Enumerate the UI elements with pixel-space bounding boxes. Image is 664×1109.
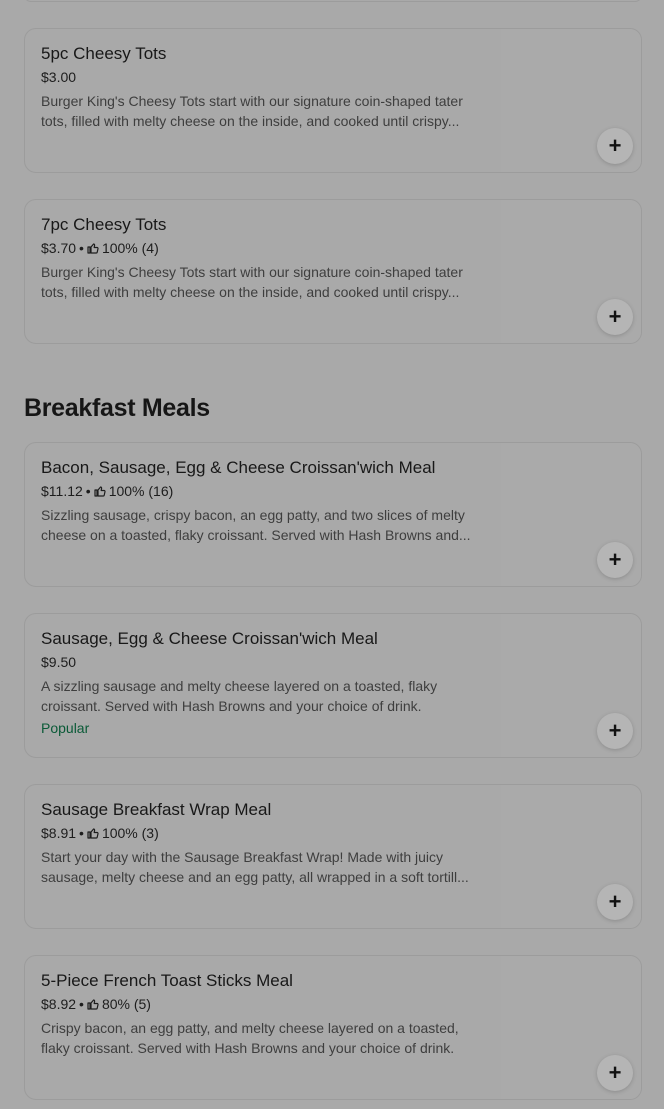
plus-icon: + xyxy=(608,1060,622,1085)
item-price: $8.91 xyxy=(41,825,77,841)
add-item-button[interactable]: + xyxy=(597,884,633,920)
item-name: 5-Piece French Toast Sticks Meal xyxy=(41,971,293,990)
previous-item-card[interactable] xyxy=(24,0,642,2)
item-meta: $8.92 • 80% (5) xyxy=(41,995,481,1013)
item-name: 5pc Cheesy Tots xyxy=(41,44,167,63)
item-price: $11.12 xyxy=(41,483,83,499)
thumbs-up-icon xyxy=(87,999,99,1010)
item-name: Sausage Breakfast Wrap Meal xyxy=(41,800,272,819)
item-meta: $8.91 • 100% (3) xyxy=(41,824,481,842)
thumbs-up-icon xyxy=(87,828,99,839)
popular-badge: Popular xyxy=(41,720,90,736)
add-item-button[interactable]: + xyxy=(597,713,633,749)
item-rating: 80% (5) xyxy=(101,996,151,1012)
plus-icon: + xyxy=(608,547,622,572)
menu-page: 5pc Cheesy Tots $3.00 Burger King's Chee… xyxy=(0,0,664,1109)
item-rating: 100% (16) xyxy=(108,483,174,499)
item-name: Sausage, Egg & Cheese Croissan'wich Meal xyxy=(41,629,378,648)
menu-item-card[interactable]: 5-Piece French Toast Sticks Meal $8.92 • 8… xyxy=(24,955,642,1100)
separator-dot: • xyxy=(79,825,84,841)
plus-icon: + xyxy=(608,718,622,743)
menu-item-card[interactable]: Bacon, Sausage, Egg & Cheese Croissan'wi… xyxy=(24,442,642,587)
item-description: Burger King's Cheesy Tots start with our… xyxy=(41,264,463,300)
item-meta: $9.50 xyxy=(41,653,481,671)
item-rating: 100% (3) xyxy=(101,825,159,841)
item-details: 5pc Cheesy Tots $3.00 Burger King's Chee… xyxy=(41,43,481,131)
item-details: 5-Piece French Toast Sticks Meal $8.92 • 8… xyxy=(41,970,481,1058)
menu-item-card[interactable]: 7pc Cheesy Tots $3.70 • 100% (4) Burger Ki… xyxy=(24,199,642,344)
separator-dot: • xyxy=(85,483,91,499)
add-item-button[interactable]: + xyxy=(597,128,633,164)
item-price: $3.00 xyxy=(41,69,77,85)
item-price: $8.92 xyxy=(41,996,77,1012)
item-description: A sizzling sausage and melty cheese laye… xyxy=(41,678,438,714)
item-details: Bacon, Sausage, Egg & Cheese Croissan'wi… xyxy=(41,457,481,545)
add-item-button[interactable]: + xyxy=(597,1055,633,1091)
item-price: $3.70 xyxy=(41,240,77,256)
plus-icon: + xyxy=(608,304,622,329)
section-title: Breakfast Meals xyxy=(24,394,210,422)
add-item-button[interactable]: + xyxy=(597,299,633,335)
item-description: Burger King's Cheesy Tots start with our… xyxy=(41,93,463,129)
item-name: Bacon, Sausage, Egg & Cheese Croissan'wi… xyxy=(41,458,436,477)
separator-dot: • xyxy=(79,996,84,1012)
menu-item-card[interactable]: Sausage Breakfast Wrap Meal $8.91 • 100% (… xyxy=(24,784,642,929)
separator-dot: • xyxy=(79,240,84,256)
add-item-button[interactable]: + xyxy=(597,542,633,578)
menu-item-card[interactable]: 5pc Cheesy Tots $3.00 Burger King's Chee… xyxy=(24,28,642,173)
item-meta: $3.00 xyxy=(41,68,481,86)
plus-icon: + xyxy=(608,889,622,914)
item-details: Sausage Breakfast Wrap Meal $8.91 • 100% (… xyxy=(41,799,481,887)
item-meta: $11.12 • 100% (16) xyxy=(41,482,481,500)
menu-item-card[interactable]: Sausage, Egg & Cheese Croissan'wich Meal… xyxy=(24,613,642,758)
item-price: $9.50 xyxy=(41,654,77,670)
item-details: Sausage, Egg & Cheese Croissan'wich Meal… xyxy=(41,628,481,738)
item-description: Sizzling sausage, crispy bacon, an egg p… xyxy=(41,507,471,543)
item-description: Crispy bacon, an egg patty, and melty ch… xyxy=(41,1020,459,1056)
item-details: 7pc Cheesy Tots $3.70 • 100% (4) Burger Ki… xyxy=(41,214,481,302)
plus-icon: + xyxy=(608,133,622,158)
thumbs-up-icon xyxy=(87,243,99,254)
item-description: Start your day with the Sausage Breakfas… xyxy=(41,849,469,885)
item-name: 7pc Cheesy Tots xyxy=(41,215,167,234)
item-rating: 100% (4) xyxy=(101,240,159,256)
thumbs-up-icon xyxy=(94,486,106,497)
item-meta: $3.70 • 100% (4) xyxy=(41,239,481,257)
